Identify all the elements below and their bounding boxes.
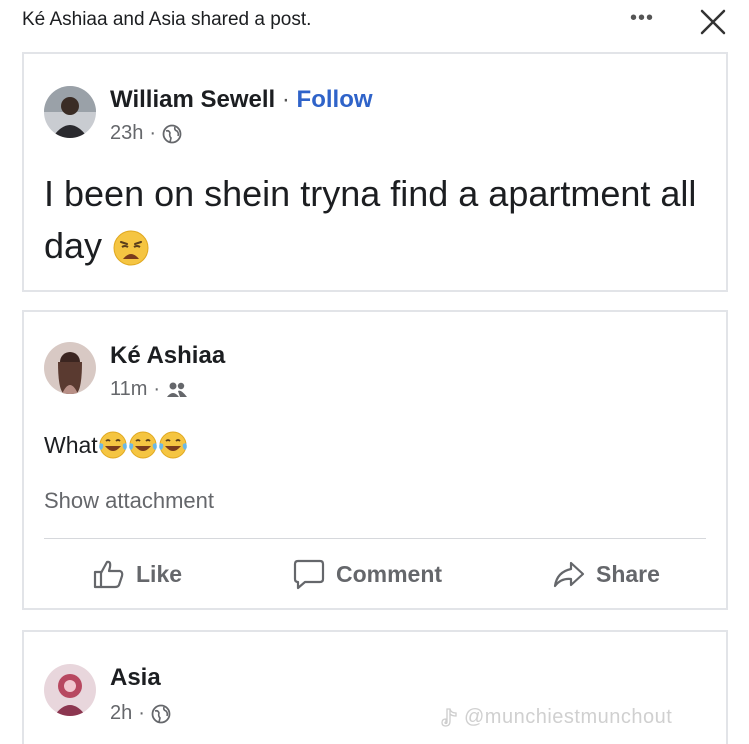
divider	[44, 538, 706, 539]
share-author-name[interactable]: Asia	[110, 664, 161, 692]
comment-icon	[293, 559, 325, 590]
tears-of-joy-icon	[158, 431, 187, 459]
post-meta: 23h ·	[110, 122, 182, 145]
share-meta: 11m ·	[110, 378, 188, 401]
follow-button[interactable]: Follow	[297, 86, 373, 113]
avatar[interactable]	[44, 86, 96, 138]
tears-of-joy-icon	[98, 431, 127, 459]
comment-label: Comment	[336, 560, 443, 587]
meta-dot: ·	[153, 378, 161, 400]
post-author-line: William Sewell · Follow	[110, 86, 373, 114]
share-header-title: Ké Ashiaa and Asia shared a post.	[22, 9, 312, 30]
post-author-name[interactable]: William Sewell	[110, 86, 275, 113]
share-time[interactable]: 11m	[110, 378, 147, 401]
friends-icon	[167, 382, 188, 397]
show-attachment-link[interactable]: Show attachment	[44, 488, 214, 514]
post-body: I been on shein tryna find a apartment a…	[44, 168, 704, 272]
tears-of-joy-icon	[128, 431, 157, 459]
like-button[interactable]: Like	[92, 558, 182, 590]
meta-dot: ·	[138, 702, 145, 724]
tiktok-icon	[441, 707, 457, 727]
watermark: @munchiestmunchout	[440, 706, 672, 729]
more-options-icon[interactable]: •••	[630, 4, 654, 32]
avatar[interactable]	[44, 664, 96, 716]
share-body: What	[44, 430, 188, 460]
post-time[interactable]: 23h	[110, 122, 143, 145]
avatar[interactable]	[44, 342, 96, 394]
share-author-name[interactable]: Ké Ashiaa	[110, 342, 225, 370]
action-bar: Like Comment Share	[24, 550, 726, 602]
share-arrow-icon	[553, 561, 585, 588]
weary-face-emoji-icon	[113, 230, 149, 266]
share-meta: 2h ·	[110, 702, 171, 725]
watermark-text: @munchiestmunchout	[464, 706, 673, 728]
comment-button[interactable]: Comment	[292, 558, 442, 590]
close-icon[interactable]	[696, 5, 730, 39]
meta-dot: ·	[149, 122, 157, 144]
share-text: What	[44, 431, 98, 458]
share-button[interactable]: Share	[552, 558, 660, 590]
like-label: Like	[136, 560, 183, 587]
share-card-ke-ashiaa: Ké Ashiaa 11m · What Show attachment Lik…	[22, 310, 728, 610]
separator-dot: ·	[281, 86, 290, 113]
share-header: Ké Ashiaa and Asia shared a post. •••	[0, 0, 749, 40]
globe-icon	[151, 704, 171, 723]
thumbs-up-icon	[93, 560, 124, 589]
share-label: Share	[596, 560, 660, 587]
share-time[interactable]: 2h	[110, 702, 132, 725]
globe-icon	[162, 124, 182, 143]
original-post-card: William Sewell · Follow 23h · I been on …	[22, 52, 728, 292]
